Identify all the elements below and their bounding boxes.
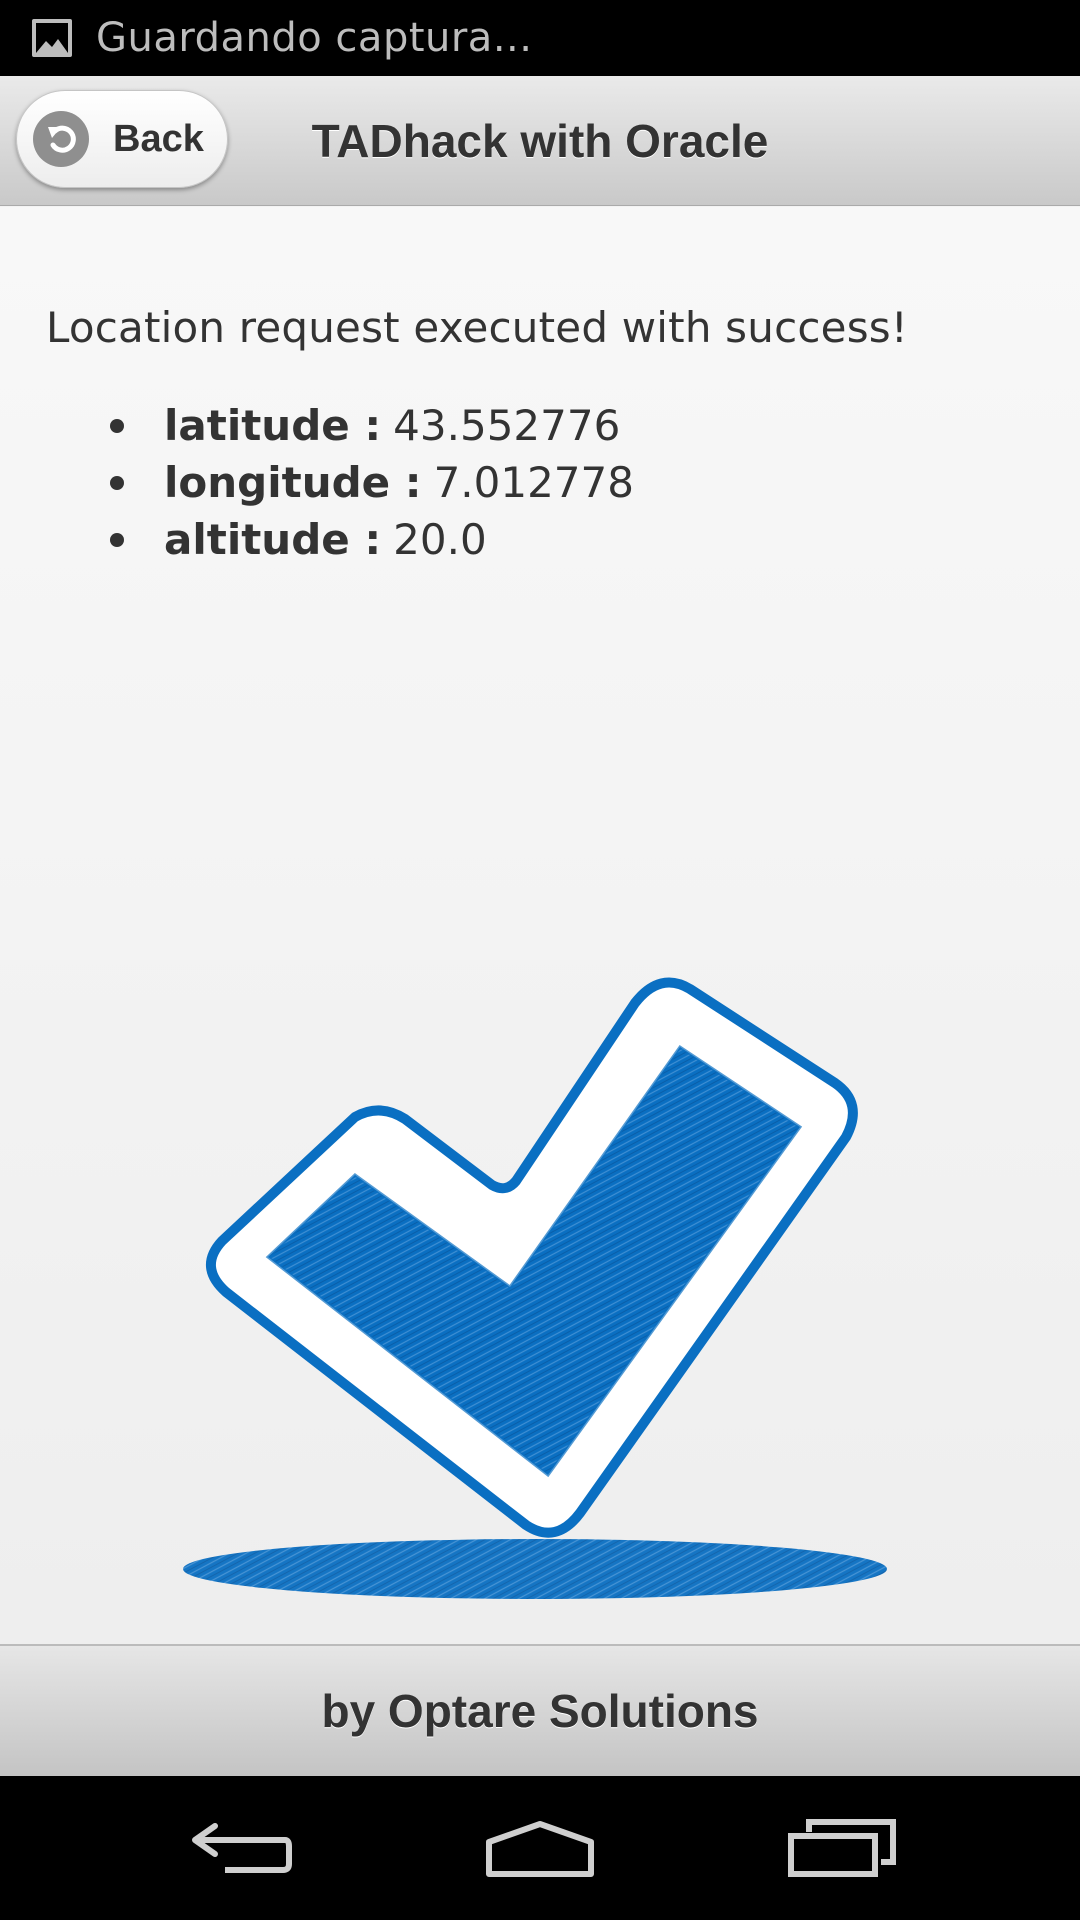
page-title: TADhack with Oracle (311, 115, 769, 167)
nav-back-icon[interactable] (160, 1796, 320, 1900)
nav-home-icon[interactable] (460, 1796, 620, 1900)
footer-text: by Optare Solutions (321, 1685, 759, 1737)
back-button[interactable]: Back (16, 90, 228, 188)
navigation-bar (0, 1776, 1080, 1920)
header-bar: Back TADhack with Oracle (0, 76, 1080, 206)
success-message: Location request executed with success! (46, 303, 908, 352)
list-item-altitude: altitude : 20.0 (110, 511, 634, 568)
status-notification-text: Guardando captura... (96, 15, 533, 61)
latitude-label: latitude : (164, 401, 382, 450)
status-bar: Guardando captura... (0, 0, 1080, 76)
list-item-longitude: longitude : 7.012778 (110, 454, 634, 511)
checkmark-icon (183, 977, 887, 1599)
location-list: latitude : 43.552776 longitude : 7.01277… (110, 397, 634, 568)
image-icon (32, 19, 72, 57)
longitude-value: 7.012778 (433, 458, 634, 507)
footer-bar: by Optare Solutions (0, 1644, 1080, 1776)
main-content: Location request executed with success! … (0, 207, 1080, 1644)
bullet (110, 418, 124, 433)
back-button-label: Back (113, 117, 204, 160)
bullet (110, 475, 124, 490)
nav-recents-icon[interactable] (762, 1796, 922, 1900)
longitude-label: longitude : (164, 458, 422, 507)
altitude-label: altitude : (164, 515, 382, 564)
altitude-value: 20.0 (393, 515, 487, 564)
latitude-value: 43.552776 (393, 401, 621, 450)
list-item-latitude: latitude : 43.552776 (110, 397, 634, 454)
bullet (110, 532, 124, 547)
back-arrow-icon (33, 111, 89, 167)
